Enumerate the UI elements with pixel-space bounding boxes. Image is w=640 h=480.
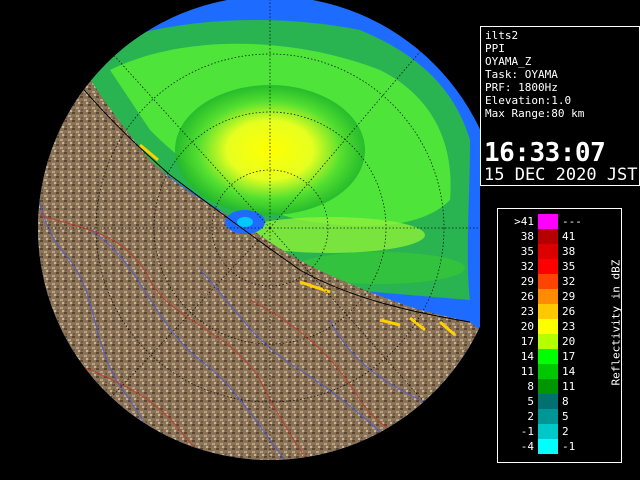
legend-low-value: 38 — [520, 230, 534, 243]
legend-unit-label: Reflectivity in dBZ — [609, 259, 623, 386]
legend-high-value: 2 — [562, 425, 569, 438]
legend-low-value: 26 — [520, 290, 534, 303]
legend-low-value: -1 — [520, 425, 534, 438]
reflectivity-legend: Reflectivity in dBZ >41 --- 38 41 35 38 32 35 29… — [497, 208, 623, 463]
legend-low-value: 32 — [520, 260, 534, 273]
legend-swatch — [538, 424, 558, 439]
max-range-value: Max Range:80 km — [485, 107, 585, 120]
legend-swatch — [538, 349, 558, 364]
elevation-value: Elevation:1.0 — [485, 94, 572, 107]
legend-low-value: 5 — [527, 395, 534, 408]
legend-swatch — [538, 409, 558, 424]
legend-swatch — [538, 379, 558, 394]
legend-high-value: 14 — [562, 365, 576, 378]
legend-swatch — [538, 319, 558, 334]
radar-ppi-image — [0, 0, 480, 480]
legend-low-value: >41 — [514, 215, 534, 228]
site-name: OYAMA_Z — [485, 55, 532, 68]
legend-low-value: 8 — [527, 380, 534, 393]
legend-swatch — [538, 229, 558, 244]
legend-low-value: 23 — [520, 305, 534, 318]
legend-low-value: 17 — [520, 335, 534, 348]
legend-high-value: 38 — [562, 245, 576, 258]
legend-high-value: 11 — [562, 380, 576, 393]
legend-swatch — [538, 259, 558, 274]
legend-low-value: 2 — [527, 410, 534, 423]
legend-high-value: 23 — [562, 320, 576, 333]
legend-high-value: 35 — [562, 260, 576, 273]
product-name: ilts2 — [485, 29, 519, 42]
legend-high-value: -1 — [562, 440, 576, 453]
task-name: Task: OYAMA — [485, 68, 558, 81]
legend-high-value: 5 — [562, 410, 569, 423]
legend-high-value: 41 — [562, 230, 576, 243]
legend-high-value: --- — [562, 215, 582, 228]
legend-swatch — [538, 274, 558, 289]
legend-swatch — [538, 289, 558, 304]
legend-swatch — [538, 364, 558, 379]
radar-info-panel: ilts2 PPI OYAMA_Z Task: OYAMA PRF: 1800H… — [480, 26, 640, 186]
legend-swatch — [538, 214, 558, 229]
legend-low-value: 14 — [520, 350, 534, 363]
legend-low-value: 35 — [520, 245, 534, 258]
legend-high-value: 8 — [562, 395, 569, 408]
legend-high-value: 20 — [562, 335, 576, 348]
legend-high-value: 17 — [562, 350, 576, 363]
legend-swatch — [538, 334, 558, 349]
legend-high-value: 29 — [562, 290, 576, 303]
legend-low-value: 11 — [520, 365, 534, 378]
scan-mode: PPI — [485, 42, 505, 55]
legend-low-value: 20 — [520, 320, 534, 333]
legend-low-value: -4 — [520, 440, 534, 453]
legend-high-value: 32 — [562, 275, 576, 288]
prf-value: PRF: 1800Hz — [485, 81, 558, 94]
legend-high-value: 26 — [562, 305, 576, 318]
observation-date: 15 DEC 2020 JST — [484, 165, 638, 185]
legend-swatch — [538, 439, 558, 454]
legend-low-value: 29 — [520, 275, 534, 288]
legend-swatch — [538, 244, 558, 259]
legend-swatch — [538, 394, 558, 409]
observation-time: 16:33:07 — [484, 138, 606, 168]
legend-swatch — [538, 304, 558, 319]
